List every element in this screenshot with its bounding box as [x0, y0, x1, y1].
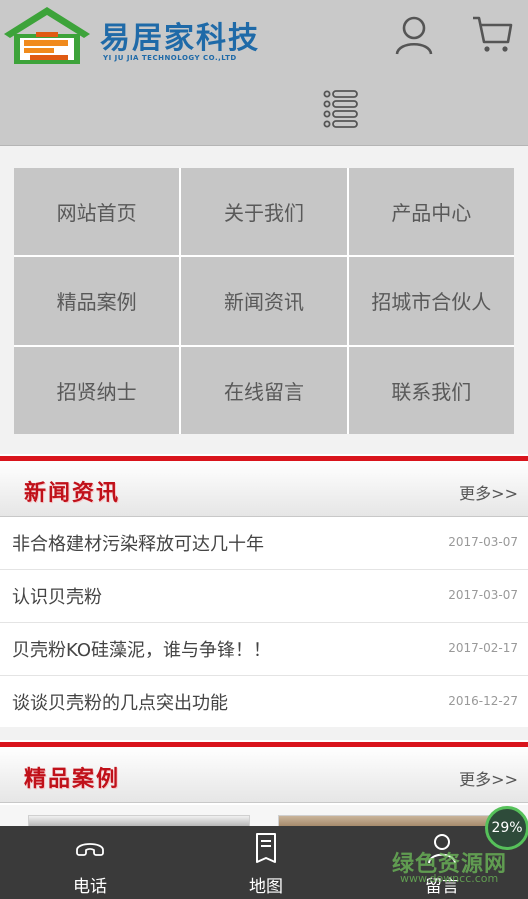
logo-title: 易居家科技 — [100, 21, 260, 56]
nav-item-jobs[interactable]: 招贤纳士 — [14, 346, 180, 434]
nav-item-cases[interactable]: 精品案例 — [14, 257, 180, 345]
news-list: 非合格建材污染释放可达几十年 2017-03-07 认识贝壳粉 2017-03-… — [0, 517, 528, 729]
news-item-title: 谈谈贝壳粉的几点突出功能 — [12, 693, 228, 714]
nav-item-about[interactable]: 关于我们 — [181, 168, 347, 256]
nav-section: 网站首页 关于我们 产品中心 精品案例 新闻资讯 招城市合伙人 招贤纳士 在线留… — [0, 146, 528, 454]
logo-subtitle: YI JU JIA TECHNOLOGY CO.,LTD — [103, 54, 237, 62]
bottom-nav-label: 地图 — [249, 877, 283, 897]
nav-grid: 网站首页 关于我们 产品中心 精品案例 新闻资讯 招城市合伙人 招贤纳士 在线留… — [14, 168, 514, 434]
news-more-link[interactable]: 更多>> — [459, 480, 518, 504]
cart-icon[interactable] — [470, 12, 514, 56]
news-item-title: 贝壳粉KO硅藻泥，谁与争锋！！ — [12, 640, 271, 661]
menu-icon[interactable] — [322, 88, 360, 128]
news-item-date: 2017-02-17 — [448, 641, 518, 655]
news-item[interactable]: 贝壳粉KO硅藻泥，谁与争锋！！ 2017-02-17 — [0, 623, 528, 676]
news-item-date: 2016-12-27 — [448, 694, 518, 708]
news-item[interactable]: 谈谈贝壳粉的几点突出功能 2016-12-27 — [0, 676, 528, 729]
house-logo-icon — [4, 7, 90, 64]
progress-indicator[interactable]: 29% — [485, 806, 528, 850]
map-icon — [256, 833, 276, 863]
bottom-nav-label: 电话 — [73, 877, 107, 897]
news-section-header: 新闻资讯 更多>> — [0, 461, 528, 517]
nav-item-partners[interactable]: 招城市合伙人 — [348, 257, 514, 345]
cases-section-header: 精品案例 更多>> — [0, 747, 528, 803]
news-section-title: 新闻资讯 — [24, 481, 121, 506]
site-header: 易居家科技 YI JU JIA TECHNOLOGY CO.,LTD — [0, 0, 528, 146]
nav-item-message[interactable]: 在线留言 — [181, 346, 347, 434]
news-item-date: 2017-03-07 — [448, 588, 518, 602]
nav-item-news[interactable]: 新闻资讯 — [181, 257, 347, 345]
bottom-nav-phone[interactable]: 电话 — [2, 826, 178, 899]
news-item-title: 认识贝壳粉 — [12, 587, 102, 608]
site-logo[interactable]: 易居家科技 YI JU JIA TECHNOLOGY CO.,LTD — [0, 2, 320, 72]
section-gap — [0, 727, 528, 740]
bottom-nav-map[interactable]: 地图 — [178, 826, 354, 899]
cases-more-link[interactable]: 更多>> — [459, 766, 518, 790]
nav-item-products[interactable]: 产品中心 — [348, 168, 514, 256]
nav-item-home[interactable]: 网站首页 — [14, 168, 180, 256]
news-item-date: 2017-03-07 — [448, 535, 518, 549]
news-item-title: 非合格建材污染释放可达几十年 — [12, 534, 264, 555]
watermark-url: www.downcc.com — [400, 872, 499, 885]
user-icon[interactable] — [394, 14, 434, 58]
cases-section-title: 精品案例 — [24, 767, 121, 792]
news-item[interactable]: 认识贝壳粉 2017-03-07 — [0, 570, 528, 623]
nav-item-contact[interactable]: 联系我们 — [348, 346, 514, 434]
phone-icon — [76, 843, 104, 856]
news-item[interactable]: 非合格建材污染释放可达几十年 2017-03-07 — [0, 517, 528, 570]
